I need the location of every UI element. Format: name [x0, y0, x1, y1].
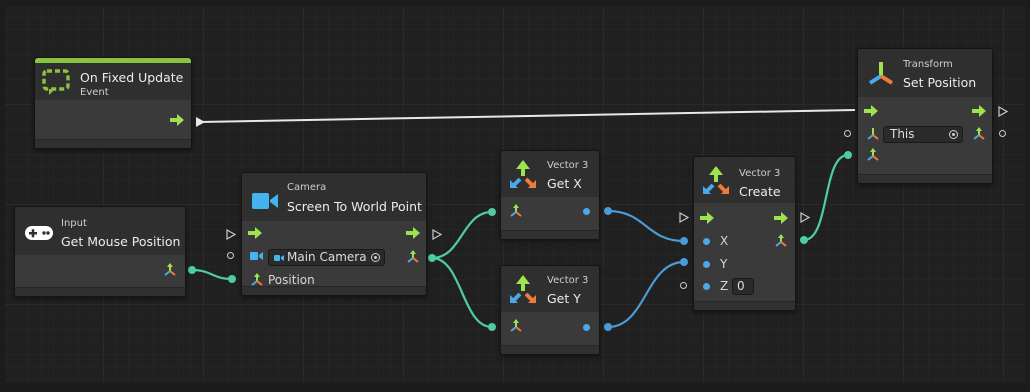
node-get-x[interactable]: Vector 3 Get X	[500, 150, 600, 240]
flow-out-hollow-arrow-icon[interactable]	[998, 106, 1008, 117]
camera-port-ring[interactable]	[227, 252, 234, 259]
transform-small-icon	[867, 128, 879, 140]
node-category: Vector 3	[547, 275, 589, 286]
target-field-value: This	[890, 127, 915, 141]
z-value-field[interactable]: 0	[732, 278, 754, 295]
flow-in-arrow-icon[interactable]	[248, 227, 262, 239]
camera-icon	[252, 193, 278, 209]
x-input-dot	[703, 238, 710, 245]
node-category: Vector 3	[547, 160, 589, 171]
camera-field-value: Main Camera	[287, 250, 367, 264]
float-output-dot[interactable]	[583, 324, 590, 331]
camera-tiny-icon	[274, 255, 284, 261]
object-picker-icon[interactable]	[949, 130, 958, 139]
flow-out-arrow-icon[interactable]	[972, 105, 986, 117]
vector3-input-icon	[867, 148, 879, 161]
node-category: Transform	[903, 59, 953, 70]
flow-in-arrow-icon[interactable]	[700, 212, 714, 224]
transform-icon	[868, 62, 894, 85]
node-footer	[501, 230, 599, 239]
vector3-input-icon	[510, 204, 522, 217]
node-category: Input	[61, 218, 87, 229]
node-body	[15, 255, 185, 289]
z-port-label: Z	[720, 279, 729, 293]
flow-out-arrow-icon[interactable]	[170, 114, 184, 126]
flow-out-arrow-icon[interactable]	[406, 227, 420, 239]
y-input-dot	[703, 261, 710, 268]
gamepad-icon	[25, 226, 53, 240]
node-title: Get X	[547, 176, 582, 191]
node-title: Screen To World Point	[287, 199, 422, 214]
flow-out-hollow-arrow-icon[interactable]	[432, 229, 442, 240]
vector3-icon	[510, 160, 536, 189]
vector3-output-icon	[775, 234, 787, 247]
node-title: Get Mouse Position	[61, 234, 181, 249]
event-loop-icon	[42, 69, 70, 95]
vector3-input-icon	[251, 273, 263, 286]
node-category: Camera	[287, 182, 327, 193]
node-title: Set Position	[903, 75, 977, 90]
node-get-y[interactable]: Vector 3 Get Y	[500, 265, 600, 355]
z-value: 0	[737, 279, 745, 293]
node-vector3-create[interactable]: Vector 3 Create X Y Z 0	[693, 156, 796, 311]
camera-field[interactable]: Main Camera	[268, 249, 385, 266]
node-footer	[694, 301, 795, 310]
y-port-label: Y	[720, 257, 728, 271]
node-category: Vector 3	[739, 168, 781, 179]
float-output-dot[interactable]	[583, 208, 590, 215]
node-set-position[interactable]: Transform Set Position This	[857, 48, 993, 184]
node-subtitle: Event	[80, 87, 109, 98]
transform-output-ring[interactable]	[999, 130, 1006, 137]
node-footer	[15, 287, 185, 296]
node-title: On Fixed Update	[80, 70, 184, 85]
node-footer	[501, 345, 599, 354]
position-port-label: Position	[268, 273, 315, 287]
node-footer	[858, 174, 992, 183]
vector3-output-icon	[164, 263, 176, 276]
target-port-ring[interactable]	[844, 130, 851, 137]
transform-output-icon	[973, 127, 985, 140]
z-input-dot	[703, 283, 710, 290]
flow-in-hollow-arrow-icon[interactable]	[679, 212, 689, 223]
target-field[interactable]: This	[883, 126, 963, 143]
vector3-input-icon	[510, 319, 522, 332]
flow-out-hollow-arrow-icon[interactable]	[800, 212, 810, 223]
node-footer	[242, 286, 426, 295]
node-body	[35, 100, 191, 141]
flow-out-arrow-icon[interactable]	[774, 212, 788, 224]
node-on-fixed-update[interactable]: On Fixed Update Event	[34, 57, 192, 149]
vector3-output-icon	[407, 250, 419, 263]
node-title: Create	[739, 184, 781, 199]
camera-small-icon	[250, 252, 263, 260]
x-port-label: X	[720, 234, 729, 248]
flow-in-arrow-icon[interactable]	[864, 105, 878, 117]
node-title: Get Y	[547, 291, 581, 306]
node-footer	[35, 139, 191, 148]
node-screen-to-world-point[interactable]: Camera Screen To World Point Main Camera…	[241, 172, 427, 296]
vector3-icon	[703, 166, 729, 195]
z-port-ring[interactable]	[680, 282, 687, 289]
vector3-icon	[510, 275, 536, 304]
flow-in-hollow-arrow-icon[interactable]	[226, 229, 236, 240]
node-get-mouse-position[interactable]: Input Get Mouse Position	[14, 206, 186, 297]
object-picker-icon[interactable]	[371, 253, 380, 262]
